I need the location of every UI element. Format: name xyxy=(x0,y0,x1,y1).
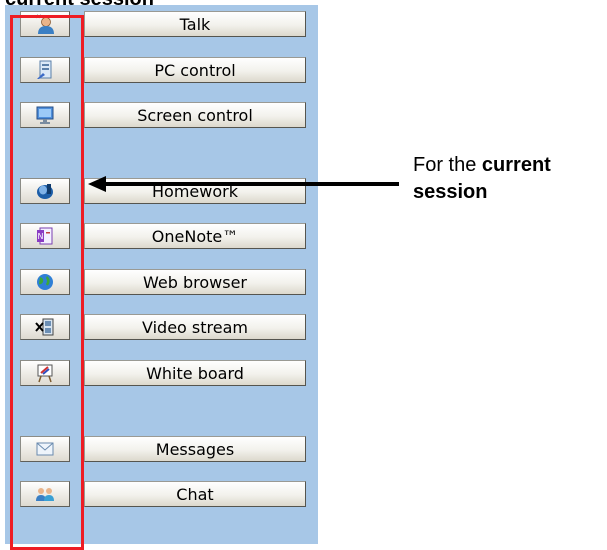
callout-text: For the current session xyxy=(413,152,551,206)
callout-bold-current: current xyxy=(481,154,551,176)
pointer-arrow xyxy=(88,176,399,192)
callout-bold-session: session xyxy=(413,181,488,203)
callout-prefix: For the xyxy=(413,154,482,176)
